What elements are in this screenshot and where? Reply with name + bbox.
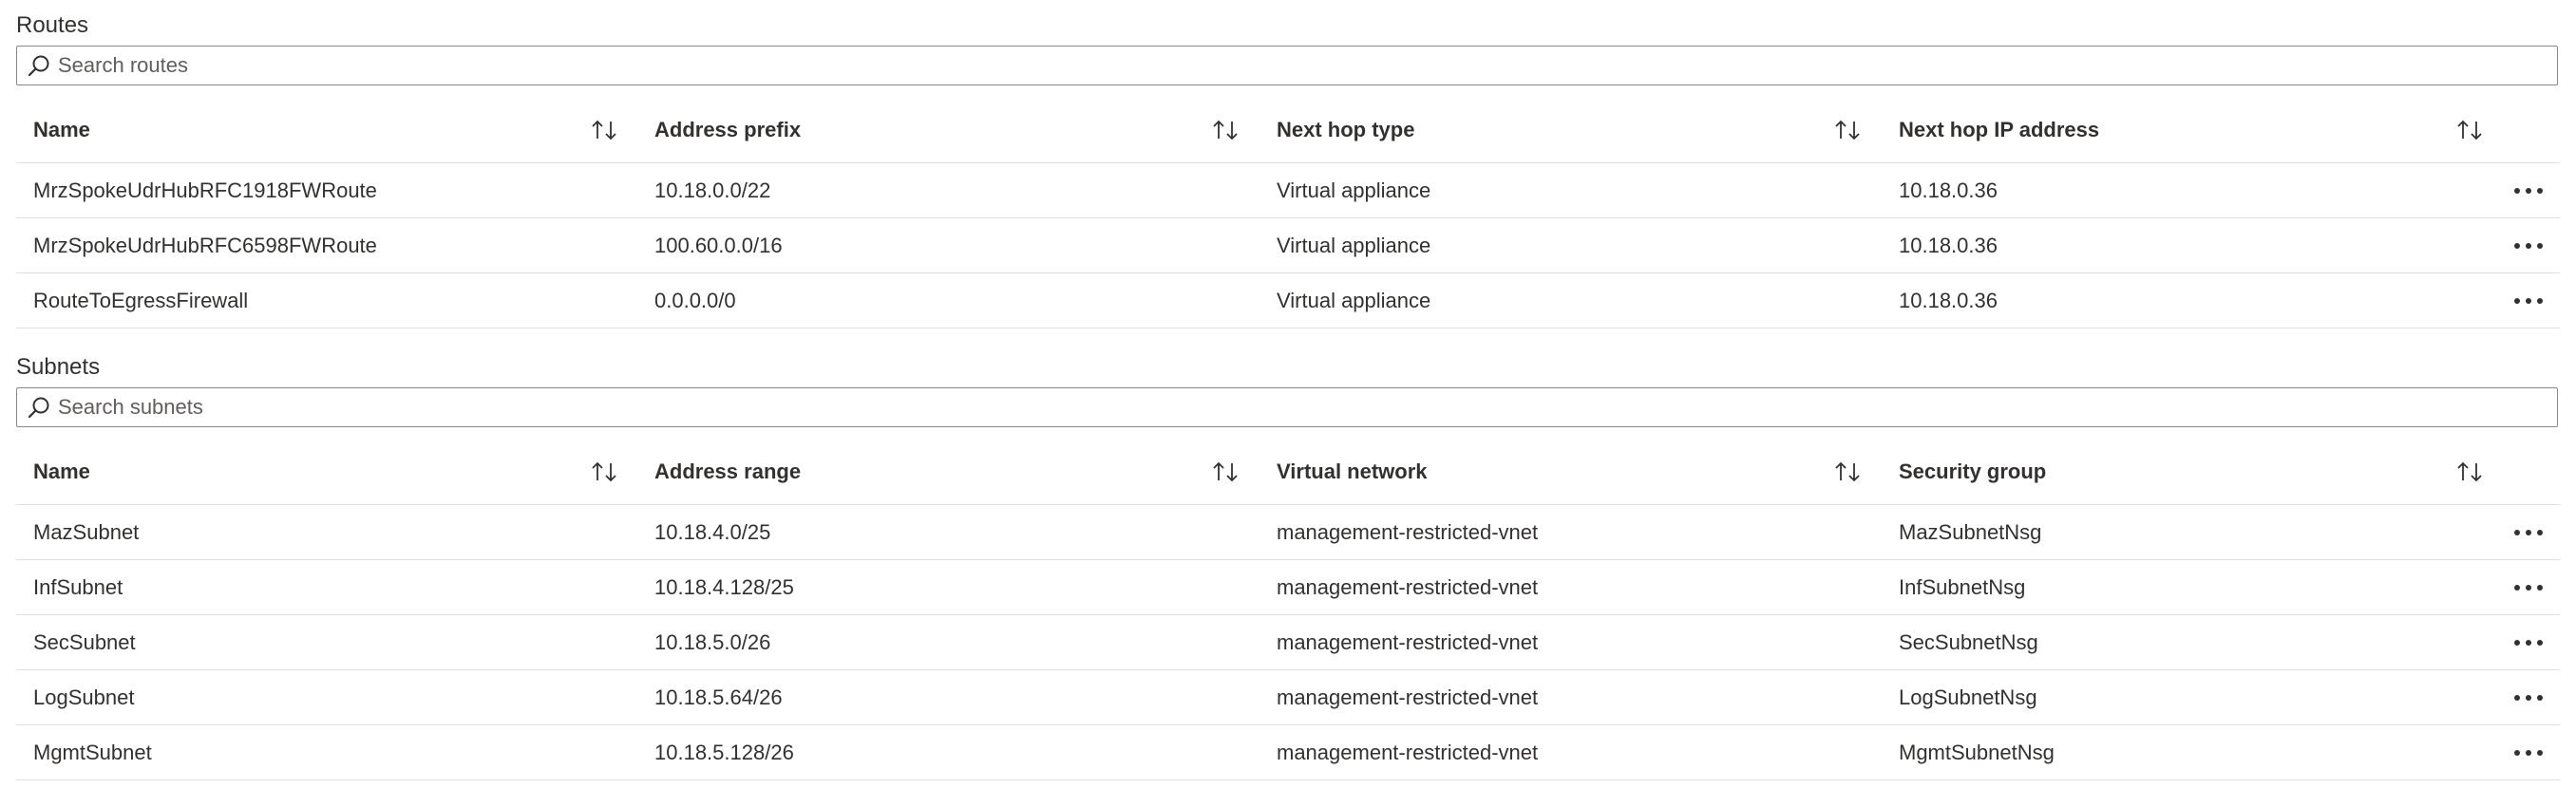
more-actions-icon[interactable] bbox=[2512, 692, 2545, 704]
sort-icon[interactable] bbox=[590, 118, 618, 142]
subnet-address-range: 10.18.5.128/26 bbox=[654, 740, 794, 764]
column-header-security-group[interactable]: Security group bbox=[1899, 439, 2046, 504]
more-actions-icon[interactable] bbox=[2512, 295, 2545, 307]
sort-icon[interactable] bbox=[2455, 118, 2484, 142]
route-next-hop-type: Virtual appliance bbox=[1277, 233, 1431, 257]
routes-search-box[interactable] bbox=[16, 46, 2558, 85]
column-header-name[interactable]: Name bbox=[33, 439, 90, 504]
sort-icon[interactable] bbox=[1211, 118, 1240, 142]
column-header-address-range[interactable]: Address range bbox=[654, 439, 801, 504]
table-row[interactable]: MrzSpokeUdrHubRFC6598FWRoute 100.60.0.0/… bbox=[16, 218, 2560, 273]
column-header-next-hop-type[interactable]: Next hop type bbox=[1277, 97, 1414, 162]
subnets-title: Subnets bbox=[16, 354, 101, 380]
table-row[interactable]: MrzSpokeUdrHubRFC1918FWRoute 10.18.0.0/2… bbox=[16, 163, 2560, 218]
subnets-search-input[interactable] bbox=[58, 388, 2528, 426]
sort-icon[interactable] bbox=[1833, 118, 1862, 142]
route-next-hop-ip: 10.18.0.36 bbox=[1899, 178, 1998, 202]
more-actions-icon[interactable] bbox=[2512, 240, 2545, 252]
subnet-security-group: SecSubnetNsg bbox=[1899, 629, 2038, 654]
subnet-address-range: 10.18.4.128/25 bbox=[654, 574, 794, 599]
route-next-hop-ip: 10.18.0.36 bbox=[1899, 288, 1998, 312]
table-row[interactable]: MazSubnet 10.18.4.0/25 management-restri… bbox=[16, 505, 2560, 560]
route-address-prefix: 10.18.0.0/22 bbox=[654, 178, 771, 202]
route-next-hop-ip: 10.18.0.36 bbox=[1899, 233, 1998, 257]
route-next-hop-type: Virtual appliance bbox=[1277, 178, 1431, 202]
subnets-table: Name Address range Virtual network Secur… bbox=[16, 439, 2560, 780]
subnet-virtual-network: management-restricted-vnet bbox=[1277, 519, 1539, 544]
subnet-security-group: MgmtSubnetNsg bbox=[1899, 740, 2055, 764]
subnets-table-header: Name Address range Virtual network Secur… bbox=[16, 439, 2560, 505]
route-name: MrzSpokeUdrHubRFC1918FWRoute bbox=[33, 178, 377, 202]
subnet-virtual-network: management-restricted-vnet bbox=[1277, 740, 1539, 764]
table-row[interactable]: InfSubnet 10.18.4.128/25 management-rest… bbox=[16, 560, 2560, 615]
subnet-address-range: 10.18.4.0/25 bbox=[654, 519, 771, 544]
route-name: MrzSpokeUdrHubRFC6598FWRoute bbox=[33, 233, 377, 257]
subnet-address-range: 10.18.5.64/26 bbox=[654, 685, 783, 709]
route-address-prefix: 0.0.0.0/0 bbox=[654, 288, 736, 312]
column-header-name[interactable]: Name bbox=[33, 97, 90, 162]
subnet-security-group: LogSubnetNsg bbox=[1899, 685, 2037, 709]
subnet-virtual-network: management-restricted-vnet bbox=[1277, 629, 1539, 654]
sort-icon[interactable] bbox=[2455, 460, 2484, 484]
subnet-security-group: MazSubnetNsg bbox=[1899, 519, 2042, 544]
route-next-hop-type: Virtual appliance bbox=[1277, 288, 1431, 312]
column-header-virtual-network[interactable]: Virtual network bbox=[1277, 439, 1428, 504]
subnet-virtual-network: management-restricted-vnet bbox=[1277, 574, 1539, 599]
table-row[interactable]: RouteToEgressFirewall 0.0.0.0/0 Virtual … bbox=[16, 273, 2560, 328]
sort-icon[interactable] bbox=[1833, 460, 1862, 484]
routes-search-input[interactable] bbox=[58, 47, 2528, 84]
more-actions-icon[interactable] bbox=[2512, 582, 2545, 593]
column-header-address-prefix[interactable]: Address prefix bbox=[654, 97, 801, 162]
more-actions-icon[interactable] bbox=[2512, 185, 2545, 197]
routes-table: Name Address prefix Next hop type Next h… bbox=[16, 97, 2560, 328]
route-name: RouteToEgressFirewall bbox=[33, 288, 249, 312]
search-icon bbox=[28, 55, 49, 77]
more-actions-icon[interactable] bbox=[2512, 527, 2545, 538]
subnets-search-box[interactable] bbox=[16, 387, 2558, 427]
subnet-address-range: 10.18.5.0/26 bbox=[654, 629, 771, 654]
sort-icon[interactable] bbox=[1211, 460, 1240, 484]
subnet-name: InfSubnet bbox=[33, 574, 123, 599]
subnet-name: LogSubnet bbox=[33, 685, 135, 709]
search-icon bbox=[28, 397, 49, 419]
route-address-prefix: 100.60.0.0/16 bbox=[654, 233, 783, 257]
table-row[interactable]: MgmtSubnet 10.18.5.128/26 management-res… bbox=[16, 725, 2560, 780]
subnet-virtual-network: management-restricted-vnet bbox=[1277, 685, 1539, 709]
sort-icon[interactable] bbox=[590, 460, 618, 484]
more-actions-icon[interactable] bbox=[2512, 637, 2545, 648]
routes-title: Routes bbox=[16, 12, 89, 38]
table-row[interactable]: LogSubnet 10.18.5.64/26 management-restr… bbox=[16, 670, 2560, 725]
subnet-name: MazSubnet bbox=[33, 519, 140, 544]
subnet-name: SecSubnet bbox=[33, 629, 136, 654]
column-header-next-hop-ip[interactable]: Next hop IP address bbox=[1899, 97, 2099, 162]
more-actions-icon[interactable] bbox=[2512, 747, 2545, 759]
routes-table-header: Name Address prefix Next hop type Next h… bbox=[16, 97, 2560, 163]
table-row[interactable]: SecSubnet 10.18.5.0/26 management-restri… bbox=[16, 615, 2560, 670]
subnet-security-group: InfSubnetNsg bbox=[1899, 574, 2026, 599]
subnet-name: MgmtSubnet bbox=[33, 740, 152, 764]
